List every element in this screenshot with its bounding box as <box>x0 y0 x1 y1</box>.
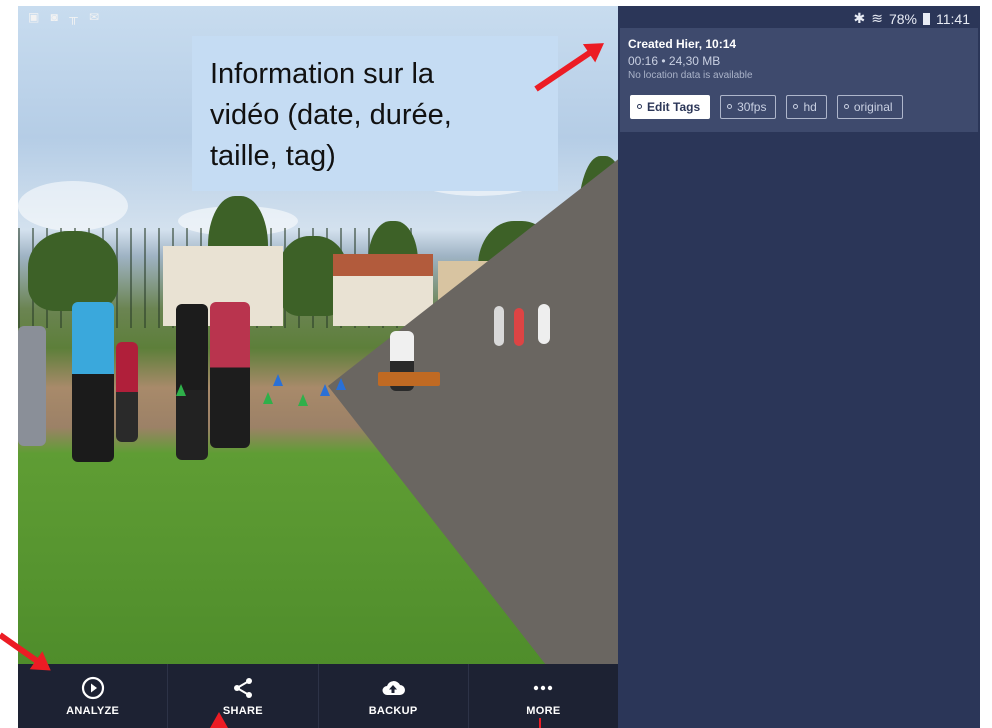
status-bar: ✱ ≋ 78% 11:41 <box>854 10 971 27</box>
annotation-line: vidéo (date, durée, <box>210 99 452 131</box>
battery-icon <box>923 12 930 25</box>
cone <box>176 384 186 396</box>
wifi-icon: ≋ <box>871 10 883 26</box>
cone <box>273 374 283 386</box>
tree <box>28 231 118 311</box>
status-left-icons: ▣ ◙ ╥ ✉ <box>28 10 104 24</box>
annotation-arrow-tip <box>210 712 228 728</box>
edit-tags-button[interactable]: Edit Tags <box>630 95 711 119</box>
tag-label: Edit Tags <box>647 100 701 114</box>
tag-30fps[interactable]: 30fps <box>720 95 777 119</box>
clock: 11:41 <box>936 10 970 27</box>
tag-label: original <box>853 100 893 114</box>
annotation-line: Information sur la <box>210 58 435 90</box>
person <box>18 326 46 446</box>
paved-path <box>328 127 618 664</box>
info-panel: ✱ ≋ 78% 11:41 Created Hier, 10:14 00:16 … <box>620 6 980 728</box>
annotation-box: Information sur la vidéo (date, durée, t… <box>192 36 558 191</box>
bottom-toolbar: ANALYZE SHARE BACKUP MORE <box>18 664 618 728</box>
cone <box>263 392 273 404</box>
battery-level: 78% <box>888 10 917 27</box>
bluetooth-icon: ✱ <box>853 10 866 26</box>
tablet-screen: ▣ ◙ ╥ ✉ Information sur la vidéo (date, … <box>18 6 980 728</box>
more-label: MORE <box>526 705 561 717</box>
cone <box>336 378 346 390</box>
video-preview[interactable]: ▣ ◙ ╥ ✉ Information sur la vidéo (date, … <box>18 6 618 664</box>
more-dots-icon <box>530 675 556 701</box>
roof <box>333 254 433 276</box>
backup-label: BACKUP <box>368 705 418 717</box>
tag-original[interactable]: original <box>836 95 903 119</box>
video-info-card: Created Hier, 10:14 00:16 • 24,30 MB No … <box>620 28 978 132</box>
share-label: SHARE <box>222 705 263 717</box>
share-button[interactable]: SHARE <box>168 664 319 728</box>
person <box>494 306 504 346</box>
tag-label: hd <box>803 100 817 114</box>
tag-icon <box>793 104 799 109</box>
bench <box>378 372 440 386</box>
tag-icon <box>843 104 849 109</box>
person <box>538 304 550 344</box>
more-button[interactable]: MORE <box>469 664 618 728</box>
location-info: No location data is available <box>628 70 753 81</box>
person <box>72 302 114 462</box>
person <box>176 304 208 460</box>
duration-size: 00:16 • 24,30 MB <box>628 54 721 68</box>
tag-hd[interactable]: hd <box>786 95 827 119</box>
tag-icon <box>637 104 642 109</box>
cone <box>320 384 330 396</box>
tag-label: 30fps <box>737 100 767 114</box>
annotation-line: taille, tag) <box>210 140 336 172</box>
person <box>210 302 250 448</box>
backup-button[interactable]: BACKUP <box>319 664 469 728</box>
cone <box>298 394 308 406</box>
share-icon <box>230 675 256 701</box>
created-date: Created Hier, 10:14 <box>628 37 737 51</box>
cloud-upload-icon <box>380 675 406 701</box>
annotation-arrow-tip <box>539 718 541 728</box>
person <box>514 308 524 346</box>
cloud <box>18 181 128 231</box>
play-circle-icon <box>80 675 106 701</box>
tag-list: Edit Tags 30fps hd original <box>630 95 903 119</box>
person <box>116 342 138 442</box>
analyze-label: ANALYZE <box>66 705 120 717</box>
tag-icon <box>727 104 733 109</box>
